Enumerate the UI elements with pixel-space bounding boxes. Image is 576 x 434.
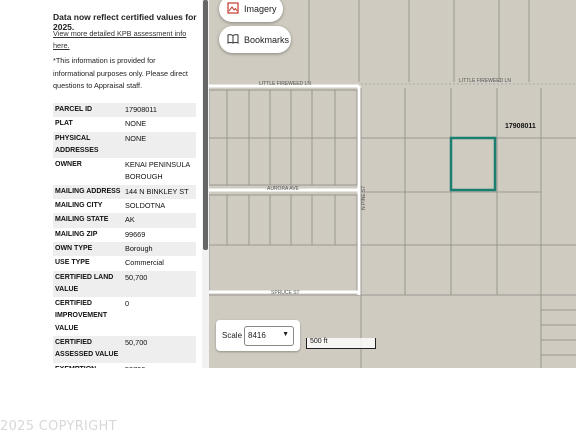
property-value: 0	[125, 299, 130, 309]
imagery-icon	[227, 2, 239, 16]
property-key: PARCEL ID	[53, 103, 123, 118]
table-row: CERTIFIED LAND VALUE 50,700	[53, 270, 196, 298]
chevron-down-icon: ▼	[282, 331, 289, 338]
table-row: PHYSICAL ADDRESSES NONE	[53, 131, 196, 159]
table-row: CERTIFIED IMPROVEMENT VALUE 0	[53, 297, 196, 336]
property-value: 50,700	[123, 270, 196, 298]
property-key: CERTIFIED LAND VALUE	[53, 270, 123, 298]
property-key: PLAT	[55, 120, 73, 128]
scale-select[interactable]: 8416 ▼	[244, 326, 294, 346]
scale-value: 8416	[248, 331, 266, 340]
kpb-assessment-link[interactable]: View more detailed KPB assessment info h…	[53, 28, 193, 52]
scale-control: Scale 8416 ▼	[216, 320, 300, 351]
book-icon	[227, 33, 239, 46]
scale-label: Scale	[222, 331, 243, 340]
parcel-info-panel: Data now reflect certified values for 20…	[47, 0, 202, 368]
property-value: 99669	[125, 229, 146, 239]
parcel-properties-table: PARCEL ID 17908011 PLAT NONE PHYSICAL ADDRES…	[53, 103, 196, 368]
table-row: PARCEL ID 17908011	[53, 103, 196, 118]
property-key: USE TYPE	[55, 259, 90, 267]
property-value: 17908011	[123, 103, 196, 118]
map-canvas: LITTLE FIREWEED LN LITTLE FIREWEED LN AU…	[209, 0, 576, 368]
property-value: SOLDOTNA	[125, 201, 166, 211]
table-row: USE TYPE Commercial	[53, 256, 196, 270]
table-row: MAILING STATE AK	[53, 213, 196, 228]
table-row: MAILING ADDRESS 144 N BINKLEY ST	[53, 184, 196, 200]
property-key: MAILING ADDRESS	[53, 184, 123, 200]
table-row: OWN TYPE Borough	[53, 241, 196, 257]
property-value: NONE	[123, 131, 196, 159]
map-view[interactable]: LITTLE FIREWEED LN LITTLE FIREWEED LN AU…	[209, 0, 576, 368]
property-key: CERTIFIED ASSESSED VALUE	[53, 336, 123, 363]
panel-scrollbar[interactable]	[203, 0, 208, 250]
parcel-id-map-label: 17908011	[505, 123, 536, 130]
property-value: 50,700	[123, 336, 196, 363]
property-key: MAILING STATE	[53, 213, 123, 228]
street-label-spruce: SPRUCE ST	[271, 290, 300, 296]
table-row: CERTIFIED ASSESSED VALUE 50,700	[53, 336, 196, 363]
property-value: 144 N BINKLEY ST	[123, 184, 196, 200]
table-row: OWNER KENAI PENINSULA BOROUGH	[53, 158, 196, 185]
scale-bar: 500 ft	[306, 338, 376, 349]
imagery-button[interactable]: Imagery	[219, 0, 283, 22]
property-key: MAILING CITY	[55, 202, 103, 210]
street-label-little-fireweed-east: LITTLE FIREWEED LN	[459, 78, 511, 84]
table-row: PLAT NONE	[53, 117, 196, 131]
imagery-label: Imagery	[244, 4, 277, 14]
property-key: OWN TYPE	[53, 241, 123, 257]
property-value: Commercial	[125, 258, 164, 268]
street-label-little-fireweed-west: LITTLE FIREWEED LN	[259, 81, 311, 87]
property-key: MAILING ZIP	[55, 230, 98, 238]
bookmarks-button[interactable]: Bookmarks	[219, 26, 291, 53]
street-label-north: N PINE ST	[361, 186, 367, 210]
property-key: PHYSICAL ADDRESSES	[53, 131, 123, 159]
property-key: CERTIFIED IMPROVEMENT VALUE	[55, 300, 108, 332]
property-key: OWNER	[55, 161, 82, 169]
property-value: AK	[123, 213, 196, 228]
disclaimer-text: *This information is provided for inform…	[53, 56, 188, 90]
table-row: MAILING CITY SOLDOTNA	[53, 199, 196, 213]
selected-parcel-outline[interactable]	[449, 136, 497, 192]
property-value: Borough	[123, 241, 196, 257]
property-value: KENAI PENINSULA BOROUGH	[125, 160, 190, 182]
table-row: MAILING ZIP 99669	[53, 228, 196, 242]
street-label-aurora: AURORA AVE	[267, 186, 300, 192]
scale-bar-label: 500 ft	[310, 338, 328, 345]
bookmarks-label: Bookmarks	[244, 34, 290, 45]
property-value: NONE	[125, 119, 147, 129]
